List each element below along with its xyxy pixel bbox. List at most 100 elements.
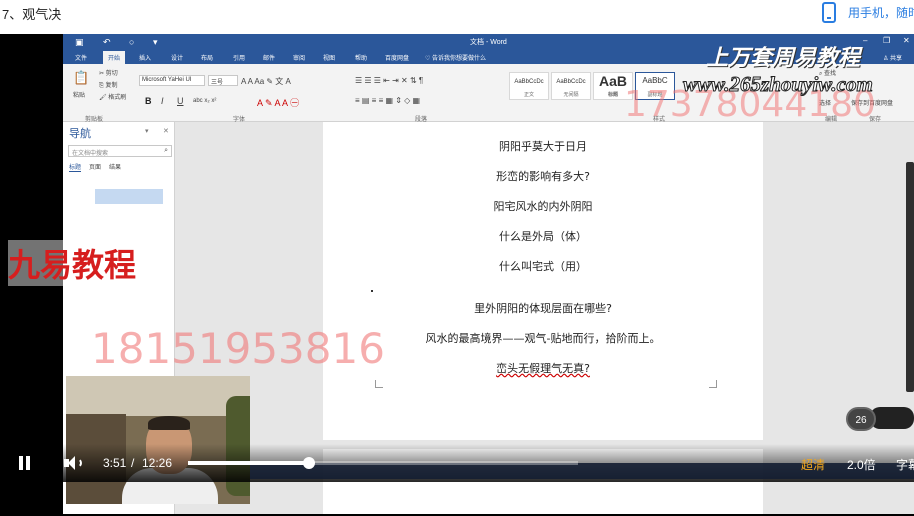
italic-icon: I xyxy=(161,96,164,106)
paste-label: 粘贴 xyxy=(73,93,86,99)
undo-icon: ↶ xyxy=(103,37,111,47)
copy-item: ⎘ 复制 xyxy=(99,80,117,90)
volume-icon[interactable] xyxy=(64,455,84,471)
nav-tab-results: 结果 xyxy=(109,165,122,171)
cam-wall xyxy=(66,376,250,416)
progress-fill xyxy=(188,461,309,465)
doc-line-8: 峦头无假理气无真? xyxy=(496,362,590,375)
style-no-spacing: AaBbCcDc 无间隔 xyxy=(551,72,591,100)
side-toolbar xyxy=(906,162,914,392)
text-dot xyxy=(371,290,373,292)
mobile-phone-icon[interactable] xyxy=(822,2,836,23)
restore-icon: ❐ xyxy=(883,36,891,45)
list-tools: ☰ ☰ ☰ ⇤ ⇥ ✕ ⇅ ¶ xyxy=(355,76,424,85)
format-painter-item: 🖌 格式刷 xyxy=(99,92,126,101)
tab-references: 引用 xyxy=(233,56,246,62)
progress-bar[interactable] xyxy=(188,457,578,469)
format-painter-label: 格式刷 xyxy=(108,95,127,101)
time-separator: / xyxy=(131,456,135,470)
scissors-icon: ✂ xyxy=(99,71,106,77)
nav-heading-item-selected xyxy=(95,189,163,204)
brand-watermark: 上万套周易教程 xyxy=(706,45,861,71)
margin-corner-left xyxy=(375,380,383,388)
pause-icon[interactable] xyxy=(18,456,32,470)
share-user-icon: ♙ xyxy=(883,56,891,62)
doc-line-2: 形峦的影响有多大? xyxy=(496,170,590,183)
lesson-title: 7、观气决 xyxy=(2,7,62,22)
doc-line-5: 什么叫宅式（用） xyxy=(499,260,587,273)
quality-button[interactable]: 超清 xyxy=(801,456,825,473)
minimize-icon: – xyxy=(863,36,868,45)
style-no-spacing-name: 无间隔 xyxy=(563,92,579,98)
document-page: 阴阳乎莫大于日月 形峦的影响有多大? 阳宅风水的内外阴阳 什么是外局（体） 什么… xyxy=(323,122,763,440)
volume-cone xyxy=(68,456,75,470)
underline-icon: U xyxy=(177,96,184,106)
speed-button[interactable]: 2.0倍 xyxy=(847,456,876,473)
copy-label: 复制 xyxy=(105,83,118,89)
subtitle-button[interactable]: 字幕 xyxy=(896,456,914,473)
tell-me-text: 告诉我你想要做什么 xyxy=(432,56,487,62)
nav-title: 导航 xyxy=(69,128,91,140)
presenter-hair xyxy=(148,416,190,430)
doc-line-3: 阳宅风水的内外阴阳 xyxy=(493,200,593,213)
paste-icon: 📋 xyxy=(73,70,90,85)
jiuyi-watermark: 九易教程 xyxy=(8,240,137,286)
share-label: 共享 xyxy=(890,56,903,62)
phone-watermark-2: 18151953816 xyxy=(91,324,385,373)
tab-mailings: 邮件 xyxy=(263,56,276,62)
cut-label: 剪切 xyxy=(105,71,118,77)
bold-icon: B xyxy=(145,96,152,106)
url-watermark: www.265zhouyiw.com xyxy=(683,72,874,97)
mobile-link[interactable]: 用手机，随时 xyxy=(848,4,914,21)
style-normal-name: 正文 xyxy=(523,92,534,98)
font-name-box: Microsoft YaHei UI xyxy=(139,75,205,86)
nav-options-icon: ▾ xyxy=(145,128,149,135)
progress-knob[interactable] xyxy=(302,457,315,469)
font-size-box: 三号 xyxy=(208,75,238,86)
save-icon: ▣ xyxy=(75,37,84,47)
tab-file: 文件 xyxy=(75,56,88,62)
style-heading-sample: AaB xyxy=(598,73,627,89)
nav-heading-item xyxy=(77,174,165,189)
share-button: ♙ 共享 xyxy=(883,53,902,62)
search-icon: ⌕ xyxy=(164,147,168,154)
style-normal-sample: AaBbCcDc xyxy=(514,79,544,85)
strikethrough-icon: abc x₂ x² xyxy=(193,98,217,104)
speed-badge: 26 xyxy=(846,407,876,431)
tell-me-search: ♡ 告诉我你想要做什么 xyxy=(425,53,486,62)
doc-line-4: 什么是外局（体） xyxy=(499,230,587,243)
customize-icon: ▾ xyxy=(153,37,158,47)
volume-wave xyxy=(76,458,82,468)
nav-search-input: 在文档中搜索 ⌕ xyxy=(68,145,172,157)
current-time: 3:51 xyxy=(103,456,127,470)
tab-help: 帮助 xyxy=(355,56,368,62)
cut-item: ✂ 剪切 xyxy=(99,68,118,77)
nav-close-icon: ✕ xyxy=(163,128,169,135)
webcam-overlay xyxy=(66,376,250,504)
total-time: 12:26 xyxy=(142,456,173,470)
tab-view: 视图 xyxy=(323,56,336,62)
tab-home: 开始 xyxy=(103,51,126,64)
speed-indicator-pill xyxy=(870,407,914,429)
nav-tab-pages: 页面 xyxy=(89,165,102,171)
nav-search-placeholder: 在文档中搜索 xyxy=(72,151,109,157)
style-no-spacing-sample: AaBbCcDc xyxy=(556,79,586,85)
font-size-tools: A A Aa ✎ 文 A xyxy=(241,77,291,86)
tab-layout: 布局 xyxy=(201,56,214,62)
page: 7、观气决 用手机，随时 ▣ ↶ ○ ▾ 文档 - Word – ❐ ✕ 文件 … xyxy=(0,0,914,516)
style-normal: AaBbCcDc 正文 xyxy=(509,72,549,100)
tab-baidu: 百度网盘 xyxy=(385,56,410,62)
lightbulb-icon: ♡ xyxy=(425,56,433,62)
close-icon: ✕ xyxy=(903,36,910,45)
align-tools: ≡ ▤ ≡ ≡ ▦ ⇕ ◇ ▦ xyxy=(355,96,421,105)
word-doc-title: 文档 - Word xyxy=(470,39,507,46)
nav-tab-headings: 标题 xyxy=(69,162,82,172)
tab-insert: 插入 xyxy=(139,56,152,62)
redo-icon: ○ xyxy=(129,37,135,47)
brush-icon: 🖌 xyxy=(99,95,109,101)
doc-line-1: 阴阳乎莫大于日月 xyxy=(499,140,587,153)
tab-review: 审阅 xyxy=(293,56,306,62)
margin-corner-right xyxy=(709,380,717,388)
doc-line-7: 风水的最高境界——观气-贴地而行，拾阶而上。 xyxy=(425,332,661,345)
doc-line-6: 里外阴阳的体现层面在哪些? xyxy=(474,302,612,315)
